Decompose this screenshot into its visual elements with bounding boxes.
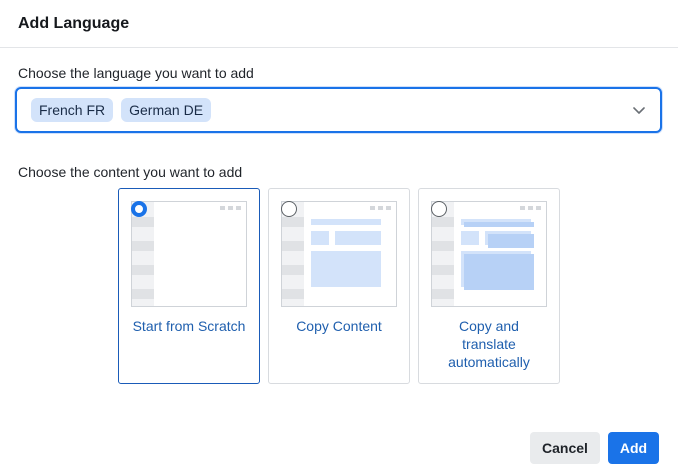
option-start-from-scratch[interactable]: Start from Scratch <box>118 188 260 384</box>
cancel-button[interactable]: Cancel <box>530 432 600 464</box>
dialog-header: Add Language <box>0 0 678 48</box>
option-copy-and-translate[interactable]: Copy and translate automatically <box>418 188 560 384</box>
option-copy-content[interactable]: Copy Content <box>268 188 410 384</box>
content-label: Choose the content you want to add <box>18 164 243 180</box>
chevron-down-icon[interactable] <box>632 103 646 117</box>
option-label: Copy and translate automatically <box>448 318 530 370</box>
add-language-dialog: Add Language Choose the language you wan… <box>0 0 678 474</box>
language-chip-german[interactable]: German DE <box>121 98 212 122</box>
language-label: Choose the language you want to add <box>18 65 254 81</box>
language-select[interactable]: French FR German DE <box>15 87 662 133</box>
dialog-title: Add Language <box>18 14 130 32</box>
radio-copy-content[interactable] <box>281 201 297 217</box>
radio-copy-and-translate[interactable] <box>431 201 447 217</box>
copy-page-icon <box>281 201 397 307</box>
add-button[interactable]: Add <box>608 432 659 464</box>
radio-start-from-scratch[interactable] <box>131 201 147 217</box>
option-label: Start from Scratch <box>132 318 246 334</box>
language-chip-french[interactable]: French FR <box>31 98 114 122</box>
translate-page-icon <box>431 201 547 307</box>
blank-page-icon <box>131 201 247 307</box>
option-label: Copy Content <box>296 318 382 334</box>
